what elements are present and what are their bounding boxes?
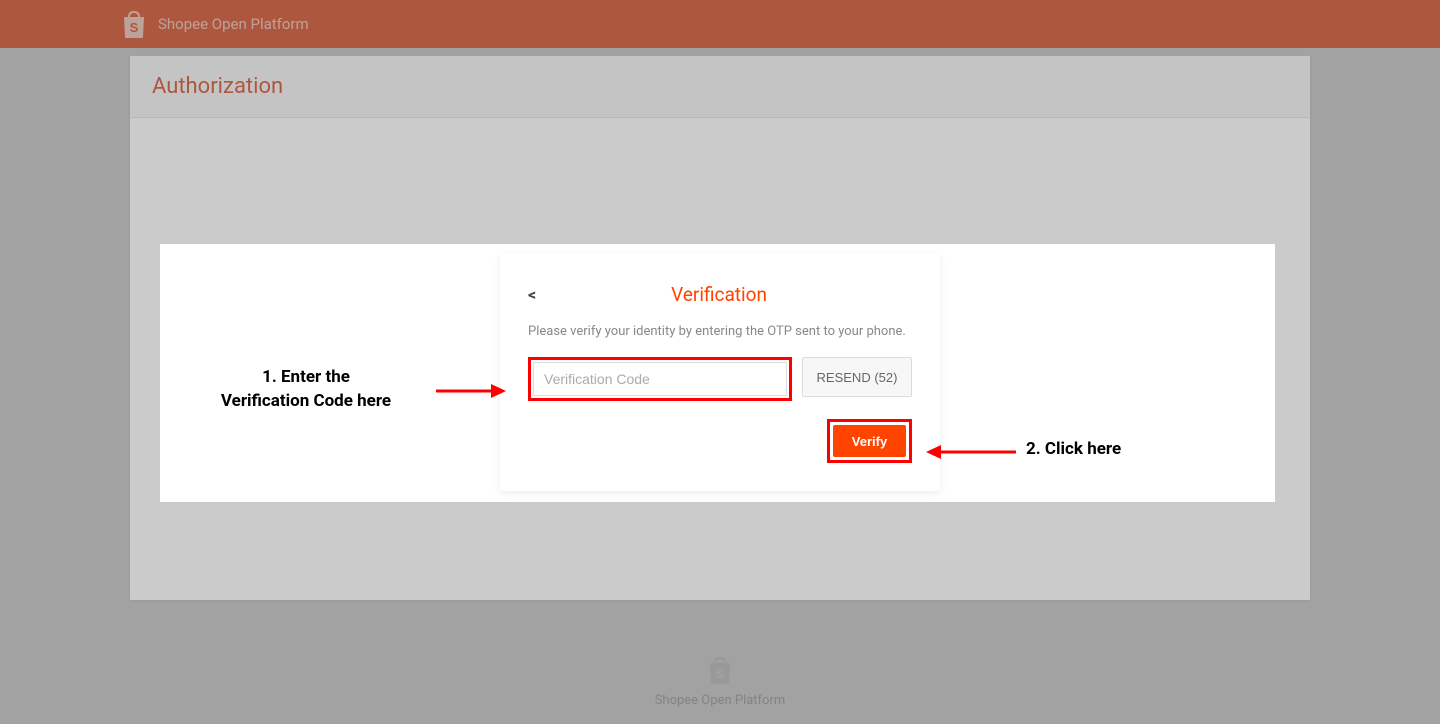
annotation-step-1-line-2: Verification Code here bbox=[221, 391, 391, 411]
verification-panel: < Verification Please verify your identi… bbox=[500, 253, 940, 491]
highlight-strip: < Verification Please verify your identi… bbox=[160, 244, 1275, 502]
panel-title: Verification bbox=[526, 283, 912, 306]
dim-overlay bbox=[0, 0, 1440, 244]
code-input-highlight bbox=[528, 357, 792, 401]
code-row: RESEND (52) bbox=[528, 357, 912, 401]
verify-row: Verify bbox=[528, 419, 912, 463]
annotation-step-2: 2. Click here bbox=[1026, 439, 1121, 459]
instruction-text: Please verify your identity by entering … bbox=[528, 324, 912, 339]
panel-header: < Verification bbox=[528, 283, 912, 306]
arrow-right-icon bbox=[436, 381, 506, 401]
annotation-step-1: 1. Enter the Verification Code here bbox=[186, 366, 426, 414]
dim-overlay bbox=[0, 502, 1440, 724]
annotation-step-1-line-1: 1. Enter the bbox=[262, 367, 350, 387]
arrow-left-icon bbox=[926, 442, 1016, 462]
dim-overlay bbox=[1275, 244, 1440, 502]
verify-button[interactable]: Verify bbox=[833, 425, 906, 457]
verification-code-input[interactable] bbox=[533, 362, 787, 396]
verify-button-highlight: Verify bbox=[827, 419, 912, 463]
dim-overlay bbox=[0, 244, 160, 502]
resend-button[interactable]: RESEND (52) bbox=[802, 357, 912, 397]
